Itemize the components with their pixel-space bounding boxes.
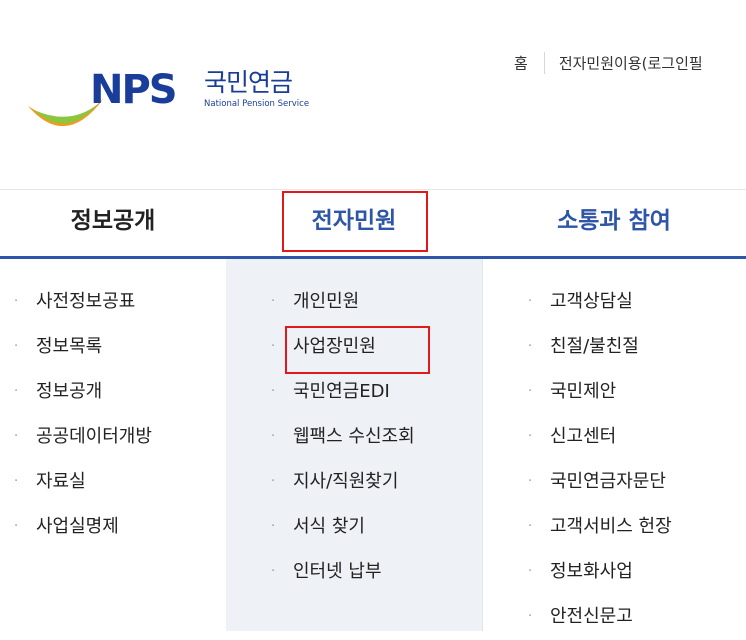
submenu-item[interactable]: · 신고센터 — [528, 414, 672, 459]
submenu-item[interactable]: · 자료실 — [14, 459, 152, 504]
logo-nps-text: NPS — [90, 67, 178, 113]
highlight-box-submenu — [285, 326, 430, 374]
highlight-box-gnb — [282, 191, 428, 252]
submenu-item[interactable]: · 사업실명제 — [14, 504, 152, 549]
submenu-item[interactable]: · 서식 찾기 — [271, 504, 415, 549]
divider — [482, 259, 483, 631]
submenu-item[interactable]: · 안전신문고 — [528, 594, 672, 639]
divider — [543, 52, 545, 74]
submenu-item[interactable]: · 정보목록 — [14, 324, 152, 369]
submenu-item[interactable]: · 인터넷 납부 — [271, 549, 415, 594]
nps-logo[interactable]: NPS 국민연금 National Pension Service — [26, 64, 326, 144]
submenu-communication: · 고객상담실 · 친절/불친절 · 국민제안 · 신고센터 · 국민연금자문단 · 고객서… — [528, 279, 672, 639]
submenu-item[interactable]: · 고객서비스 헌장 — [528, 504, 672, 549]
submenu-item[interactable]: · 웹팩스 수신조회 — [271, 414, 415, 459]
submenu-item[interactable]: · 사전정보공표 — [14, 279, 152, 324]
submenu-info-disclosure: · 사전정보공표 · 정보목록 · 정보공개 · 공공데이터개방 · 자료실 · 사업실명제 — [14, 279, 152, 549]
logo-brand-english: National Pension Service — [204, 99, 310, 109]
logo-brand-korean: 국민연금 — [204, 68, 293, 97]
gnb-tab-communication[interactable]: 소통과 참여 — [482, 190, 746, 256]
submenu-item[interactable]: · 국민제안 — [528, 369, 672, 414]
submenu-item[interactable]: · 국민연금자문단 — [528, 459, 672, 504]
submenu-item[interactable]: · 정보공개 — [14, 369, 152, 414]
e-service-login-link[interactable]: 전자민원이용(로그인필 — [559, 55, 703, 73]
submenu-item[interactable]: · 정보화사업 — [528, 549, 672, 594]
submenu-item[interactable]: · 지사/직원찾기 — [271, 459, 415, 504]
gnb-tab-info-disclosure[interactable]: 정보공개 — [0, 190, 226, 256]
utility-nav: 홈 전자민원이용(로그인필 — [514, 52, 703, 74]
submenu-item[interactable]: · 개인민원 — [271, 279, 415, 324]
submenu-item[interactable]: · 공공데이터개방 — [14, 414, 152, 459]
submenu-item[interactable]: · 고객상담실 — [528, 279, 672, 324]
submenu-item[interactable]: · 국민연금EDI — [271, 369, 415, 414]
submenu-item[interactable]: · 친절/불친절 — [528, 324, 672, 369]
home-link[interactable]: 홈 — [514, 55, 528, 73]
